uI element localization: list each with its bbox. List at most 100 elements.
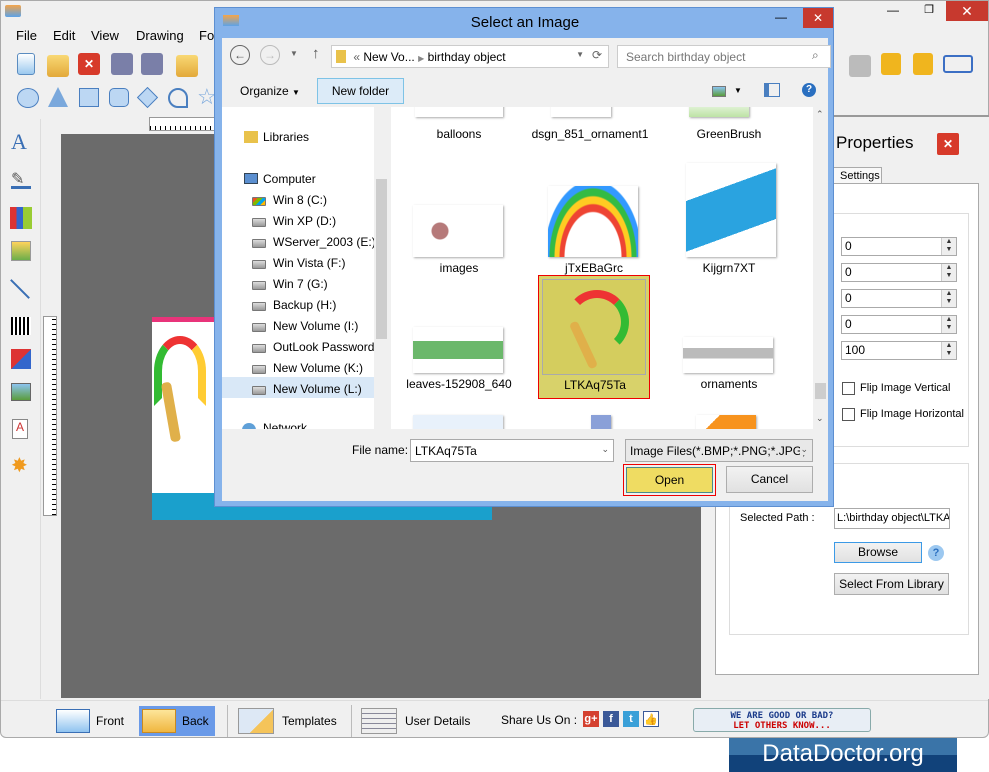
- address-dropdown-icon[interactable]: ▼: [576, 50, 584, 59]
- file-label[interactable]: ornaments: [666, 377, 792, 391]
- nav-libraries[interactable]: Libraries: [263, 130, 309, 144]
- view-options-icon[interactable]: [712, 86, 726, 97]
- filetype-select[interactable]: Image Files(*.BMP;*.PNG;*.JPG; ⌄: [625, 439, 813, 462]
- text-tool-icon[interactable]: A: [11, 129, 27, 155]
- breadcrumb-item[interactable]: New Vo...: [363, 50, 414, 64]
- spin-field-4[interactable]: 0 ▲ ▼: [841, 315, 957, 334]
- spin-arrows[interactable]: ▲ ▼: [941, 316, 956, 333]
- file-thumbnail[interactable]: [689, 107, 749, 117]
- close-doc-icon[interactable]: ✕: [78, 53, 100, 75]
- menu-edit[interactable]: Edit: [53, 28, 75, 43]
- search-icon[interactable]: ⌕: [812, 48, 819, 63]
- text-doc-tool-icon[interactable]: A: [12, 419, 28, 439]
- file-thumbnail[interactable]: [413, 415, 503, 429]
- shapes-tool-icon[interactable]: [11, 349, 31, 369]
- file-thumbnail[interactable]: [696, 415, 756, 429]
- nav-drive[interactable]: Backup (H:): [273, 298, 336, 312]
- file-label[interactable]: jTxEBaGrc: [531, 261, 657, 275]
- pencil-tool-icon[interactable]: ✎: [11, 169, 31, 189]
- image-tool-icon[interactable]: [11, 241, 31, 261]
- nav-scroll-thumb[interactable]: [376, 179, 387, 339]
- like-icon[interactable]: 👍: [643, 711, 659, 727]
- organize-menu[interactable]: Organize ▼: [240, 84, 300, 98]
- google-plus-icon[interactable]: g+: [583, 711, 599, 727]
- spin-arrows[interactable]: ▲ ▼: [941, 290, 956, 307]
- restore-button[interactable]: ❐: [917, 3, 941, 19]
- save-as-icon[interactable]: [141, 53, 163, 75]
- menu-format[interactable]: Fo: [199, 28, 214, 43]
- arc-tool-icon[interactable]: [168, 88, 188, 108]
- barcode-tool-icon[interactable]: [11, 317, 31, 335]
- line-tool-icon[interactable]: [10, 279, 30, 299]
- front-button[interactable]: Front: [56, 706, 124, 736]
- library-tool-icon[interactable]: [10, 207, 32, 229]
- menu-view[interactable]: View: [91, 28, 119, 43]
- triangle-tool-icon[interactable]: [48, 87, 68, 107]
- facebook-icon[interactable]: f: [603, 711, 619, 727]
- nav-drive[interactable]: Win Vista (F:): [273, 256, 345, 270]
- new-icon[interactable]: [17, 53, 35, 75]
- scroll-down-icon[interactable]: ⌄: [816, 413, 824, 424]
- open-folder-icon[interactable]: [47, 55, 69, 77]
- spin-field-1[interactable]: 0 ▲ ▼: [841, 237, 957, 256]
- file-thumbnail[interactable]: [683, 337, 773, 373]
- spin-arrows[interactable]: ▲ ▼: [941, 342, 956, 359]
- file-thumbnail[interactable]: [686, 163, 776, 257]
- up-arrow-icon[interactable]: ↑: [312, 45, 320, 62]
- nav-drive[interactable]: Win 8 (C:): [273, 193, 327, 207]
- preview-pane-icon[interactable]: [764, 83, 780, 97]
- nav-drive[interactable]: New Volume (K:): [273, 361, 363, 375]
- back-arrow-icon[interactable]: ←: [230, 45, 250, 65]
- file-label[interactable]: GreenBrush: [666, 127, 792, 141]
- selected-file-tile[interactable]: LTKAq75Ta: [538, 275, 650, 399]
- twitter-icon[interactable]: t: [623, 711, 639, 727]
- file-label[interactable]: leaves-152908_640: [396, 377, 522, 391]
- file-label[interactable]: images: [396, 261, 522, 275]
- minimize-button[interactable]: —: [881, 3, 905, 19]
- unlock-icon[interactable]: [913, 53, 933, 75]
- rectangle-tool-icon[interactable]: [79, 88, 99, 107]
- breadcrumb-item[interactable]: birthday object: [428, 50, 506, 64]
- file-thumbnail[interactable]: [551, 107, 611, 117]
- file-scrollbar[interactable]: ⌃ ⌄: [813, 107, 828, 429]
- file-thumbnail[interactable]: [548, 186, 638, 257]
- file-label[interactable]: dsgn_851_ornament1: [531, 127, 649, 141]
- flip-vertical-checkbox[interactable]: [842, 382, 855, 395]
- chevron-down-icon[interactable]: ⌄: [800, 444, 808, 455]
- flip-horizontal-checkbox[interactable]: [842, 408, 855, 421]
- selected-path-input[interactable]: L:\birthday object\LTKAq75Ta: [834, 508, 950, 529]
- menu-file[interactable]: File: [16, 28, 37, 43]
- address-bar[interactable]: « New Vo... ▶ birthday object ▼ ⟳: [331, 45, 609, 68]
- spin-arrows[interactable]: ▲ ▼: [941, 238, 956, 255]
- search-input[interactable]: Search birthday object: [617, 45, 831, 68]
- rounded-rect-tool-icon[interactable]: [109, 88, 129, 107]
- browse-button[interactable]: Browse: [834, 542, 922, 563]
- file-thumbnail[interactable]: [591, 415, 611, 429]
- spin-field-3[interactable]: 0 ▲ ▼: [841, 289, 957, 308]
- nav-drive[interactable]: New Volume (I:): [273, 319, 358, 333]
- nav-drive-selected[interactable]: New Volume (L:): [273, 382, 362, 396]
- align-icon[interactable]: [943, 55, 973, 73]
- file-scroll-thumb[interactable]: [815, 383, 826, 399]
- help-icon[interactable]: ?: [802, 83, 816, 97]
- file-thumbnail[interactable]: [415, 107, 503, 117]
- help-icon[interactable]: ?: [928, 545, 944, 561]
- breadcrumb-overflow[interactable]: «: [353, 50, 360, 64]
- templates-button[interactable]: Templates: [238, 706, 337, 736]
- view-dropdown-icon[interactable]: ▼: [734, 86, 742, 95]
- properties-close-button[interactable]: ✕: [937, 133, 959, 155]
- import-icon[interactable]: [176, 55, 198, 77]
- select-from-library-button[interactable]: Select From Library: [834, 573, 949, 595]
- menu-drawing[interactable]: Drawing: [136, 28, 184, 43]
- nav-drive[interactable]: WServer_2003 (E:): [273, 235, 376, 249]
- cancel-button[interactable]: Cancel: [726, 466, 813, 493]
- recent-dropdown-icon[interactable]: ▼: [290, 49, 298, 58]
- group-icon[interactable]: [849, 55, 871, 77]
- nav-drive[interactable]: Win 7 (G:): [273, 277, 328, 291]
- file-thumbnail[interactable]: [413, 205, 503, 257]
- spin-field-2[interactable]: 0 ▲ ▼: [841, 263, 957, 282]
- nav-scrollbar[interactable]: [374, 107, 389, 429]
- scroll-up-icon[interactable]: ⌃: [816, 109, 824, 120]
- spin-arrows[interactable]: ▲ ▼: [941, 264, 956, 281]
- feedback-banner[interactable]: WE ARE GOOD OR BAD? LET OTHERS KNOW...: [693, 708, 871, 732]
